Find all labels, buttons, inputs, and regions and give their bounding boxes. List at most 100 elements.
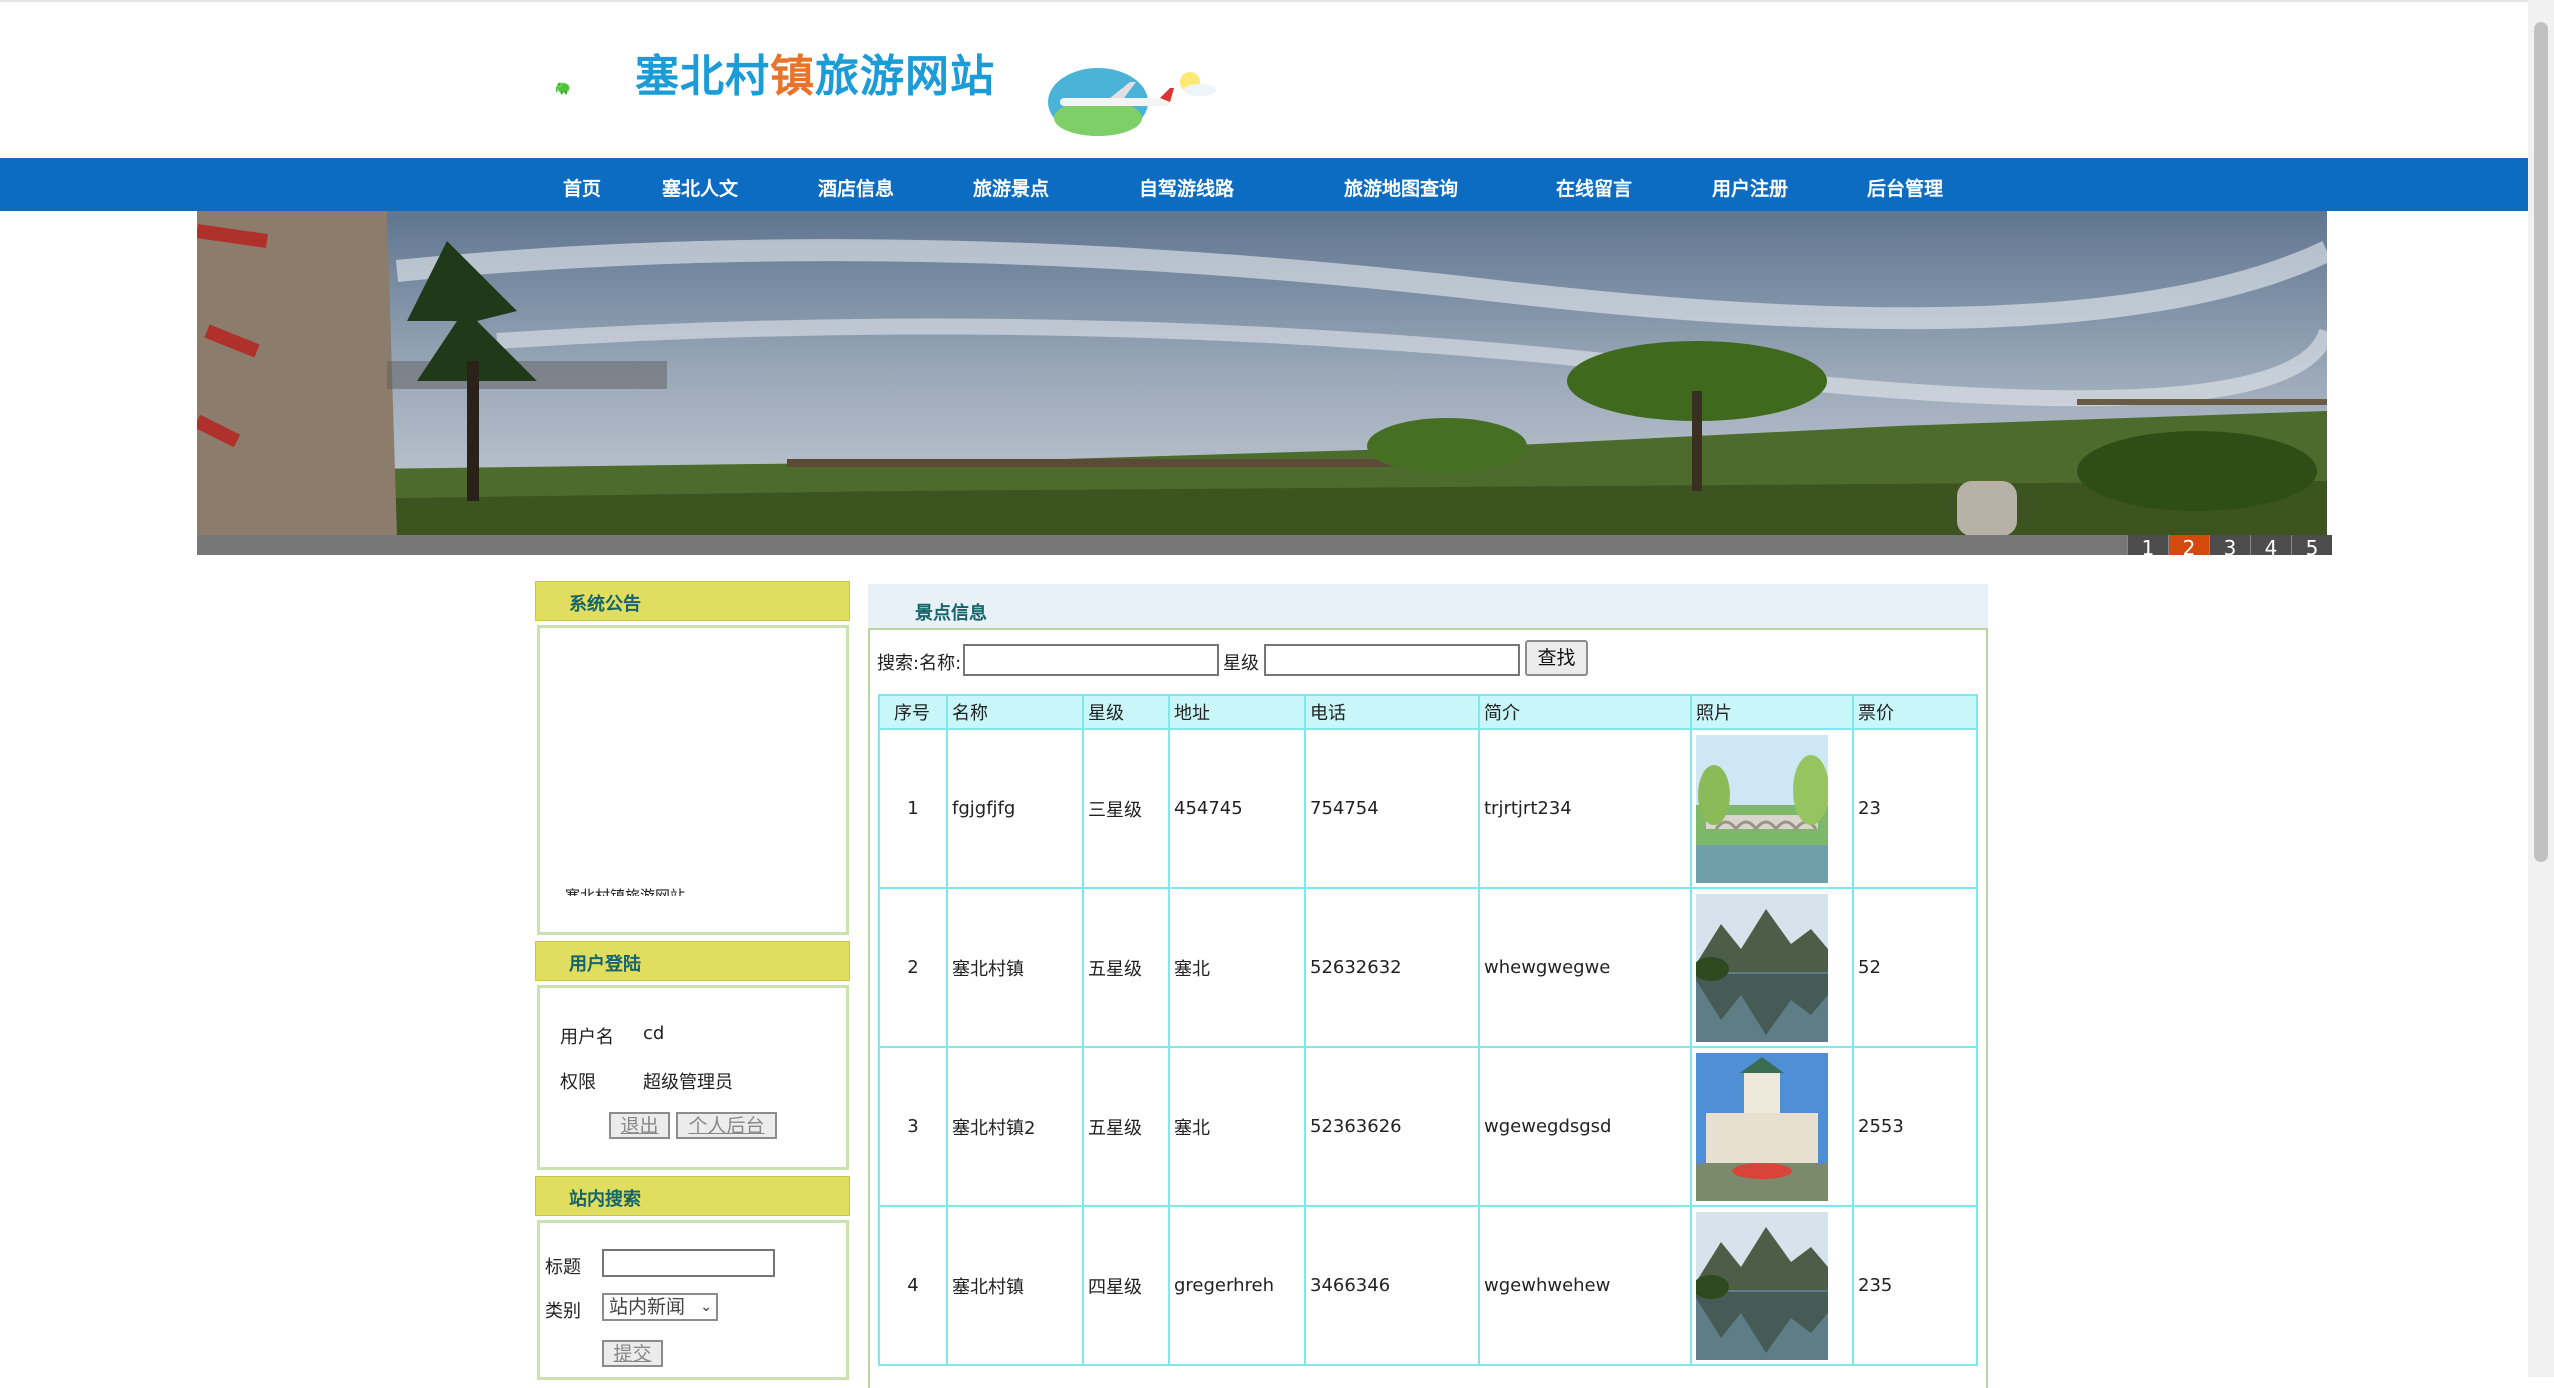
cell-photo	[1690, 1046, 1854, 1207]
site-title-part1: 塞北村	[635, 51, 770, 102]
site-title-part3: 旅游网站	[815, 51, 995, 102]
cell-phone: 52632632	[1304, 887, 1480, 1048]
chevron-down-icon: ⌄	[700, 1299, 712, 1315]
search-name-input[interactable]	[963, 644, 1219, 676]
cell-name: 塞北村镇	[946, 887, 1084, 1048]
site-search-header: 站内搜索	[535, 1176, 850, 1216]
elephant-logo-icon	[555, 82, 570, 95]
site-search-submit-button[interactable]: 提交	[602, 1340, 663, 1367]
notice-heading: 系统公告	[569, 594, 641, 615]
col-price: 票价	[1852, 694, 1978, 730]
search-type-select[interactable]: 站内新闻 ⌄	[602, 1293, 718, 1321]
cell-price: 235	[1852, 1205, 1978, 1366]
table-row: 4 塞北村镇 四星级 gregerhreh 3466346 wgewhwehew…	[878, 1205, 1978, 1366]
nav-item-home[interactable]: 首页	[563, 174, 601, 201]
lake-mountain-photo[interactable]	[1696, 1211, 1828, 1360]
col-address: 地址	[1168, 694, 1306, 730]
search-level-input[interactable]	[1264, 644, 1520, 676]
role-value: 超级管理员	[643, 1072, 733, 1093]
site-search-box: 标题 类别 站内新闻 ⌄ 提交	[537, 1220, 849, 1380]
cell-price: 2553	[1852, 1046, 1978, 1207]
username-value: cd	[643, 1023, 665, 1044]
cell-photo	[1690, 1205, 1854, 1366]
search-level-label: 星级	[1223, 653, 1259, 674]
role-label: 权限	[560, 1072, 596, 1093]
search-type-label: 类别	[545, 1301, 581, 1322]
spots-table: 序号 名称 星级 地址 电话 简介 照片 票价 1 fgjgfjfg 三星级 4…	[878, 694, 1978, 1366]
col-name: 名称	[946, 694, 1084, 730]
slide-page-1[interactable]: 1	[2127, 535, 2168, 555]
banner-image	[197, 211, 2327, 536]
nav-item-register[interactable]: 用户注册	[1712, 174, 1788, 201]
cell-no: 1	[878, 728, 948, 889]
cell-price: 23	[1852, 728, 1978, 889]
airplane-icon	[1048, 68, 1216, 136]
cell-address: 塞北	[1168, 1046, 1306, 1207]
search-title-input[interactable]	[602, 1249, 775, 1277]
table-row: 1 fgjgfjfg 三星级 454745 754754 trjrtjrt234…	[878, 728, 1978, 889]
tower-photo[interactable]	[1696, 1052, 1828, 1201]
scrollbar-thumb[interactable]	[2534, 22, 2548, 862]
nav-item-admin[interactable]: 后台管理	[1867, 174, 1943, 201]
bridge-photo[interactable]	[1696, 734, 1828, 883]
find-button[interactable]: 查找	[1525, 640, 1588, 676]
cell-intro: wgewhwehew	[1478, 1205, 1692, 1366]
slide-page-2[interactable]: 2	[2168, 535, 2209, 555]
search-title-label: 标题	[545, 1257, 581, 1278]
nav-item-spots[interactable]: 旅游景点	[973, 174, 1049, 201]
nav-item-map[interactable]: 旅游地图查询	[1344, 174, 1458, 201]
username-label: 用户名	[560, 1027, 614, 1048]
personal-admin-button[interactable]: 个人后台	[676, 1112, 777, 1139]
cell-phone: 754754	[1304, 728, 1480, 889]
cell-photo	[1690, 728, 1854, 889]
cell-intro: whewgwegwe	[1478, 887, 1692, 1048]
search-type-value: 站内新闻	[609, 1296, 686, 1318]
col-no: 序号	[878, 694, 948, 730]
login-heading: 用户登陆	[569, 954, 641, 975]
nav-item-culture[interactable]: 塞北人文	[662, 174, 738, 201]
site-title: 塞北村镇旅游网站	[635, 40, 995, 104]
cell-name: 塞北村镇2	[946, 1046, 1084, 1207]
cell-level: 四星级	[1082, 1205, 1170, 1366]
cell-no: 4	[878, 1205, 948, 1366]
cell-phone: 3466346	[1304, 1205, 1480, 1366]
slide-page-3[interactable]: 3	[2209, 535, 2250, 555]
cell-name: 塞北村镇	[946, 1205, 1084, 1366]
main-nav: 首页 塞北人文 酒店信息 旅游景点 自驾游线路 旅游地图查询 在线留言 用户注册…	[0, 158, 2528, 211]
cell-address: 塞北	[1168, 887, 1306, 1048]
cell-intro: wgewegdsgsd	[1478, 1046, 1692, 1207]
col-photo: 照片	[1690, 694, 1854, 730]
vertical-scrollbar[interactable]	[2528, 0, 2554, 1377]
logout-button[interactable]: 退出	[609, 1112, 670, 1139]
cell-level: 三星级	[1082, 728, 1170, 889]
col-level: 星级	[1082, 694, 1170, 730]
nav-item-message[interactable]: 在线留言	[1556, 174, 1632, 201]
spots-header: 景点信息	[868, 584, 1988, 628]
cell-level: 五星级	[1082, 887, 1170, 1048]
notice-scroll-text[interactable]: 塞北村镇旅游网站	[565, 886, 685, 896]
cell-name: fgjgfjfg	[946, 728, 1084, 889]
banner-pager-bar	[197, 535, 2327, 555]
nav-item-hotel[interactable]: 酒店信息	[818, 174, 894, 201]
nav-item-self-drive[interactable]: 自驾游线路	[1139, 174, 1234, 201]
cell-intro: trjrtjrt234	[1478, 728, 1692, 889]
notice-header: 系统公告	[535, 581, 850, 621]
cell-level: 五星级	[1082, 1046, 1170, 1207]
notice-box: 塞北村镇旅游网站	[537, 625, 849, 935]
site-title-part2: 镇	[770, 51, 815, 102]
cell-address: 454745	[1168, 728, 1306, 889]
table-row: 2 塞北村镇 五星级 塞北 52632632 whewgwegwe 52	[878, 887, 1978, 1048]
col-phone: 电话	[1304, 694, 1480, 730]
col-intro: 简介	[1478, 694, 1692, 730]
site-header: 塞北村镇旅游网站	[0, 0, 2528, 160]
site-search-heading: 站内搜索	[569, 1189, 641, 1210]
cell-price: 52	[1852, 887, 1978, 1048]
cell-address: gregerhreh	[1168, 1205, 1306, 1366]
slide-page-4[interactable]: 4	[2250, 535, 2291, 555]
lake-mountain-photo[interactable]	[1696, 893, 1828, 1042]
search-name-label: 搜索:名称:	[877, 653, 962, 674]
cell-no: 2	[878, 887, 948, 1048]
table-header-row: 序号 名称 星级 地址 电话 简介 照片 票价	[878, 694, 1978, 730]
cell-photo	[1690, 887, 1854, 1048]
slide-page-5[interactable]: 5	[2291, 535, 2332, 555]
